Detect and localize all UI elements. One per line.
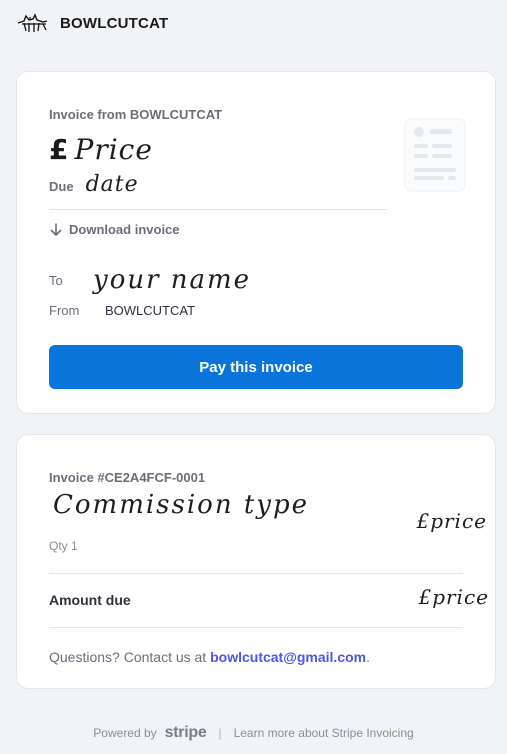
contact-email-link[interactable]: bowlcutcat@gmail.com xyxy=(210,649,366,665)
divider xyxy=(49,573,463,574)
contact-prefix: Questions? Contact us at xyxy=(49,649,211,665)
invoice-summary-card: Invoice from BOWLCUTCAT £ Price Due date… xyxy=(16,71,496,414)
line-item-price-handwritten: £price xyxy=(416,509,487,533)
from-label: From xyxy=(49,303,80,318)
contact-suffix: . xyxy=(366,649,370,665)
due-row: Due date xyxy=(49,172,139,197)
footer: Powered by stripe | Learn more about Str… xyxy=(0,724,507,742)
invoice-number: Invoice #CE2A4FCF-0001 xyxy=(49,470,206,485)
to-row: To your name xyxy=(49,265,251,295)
currency-symbol: £ xyxy=(49,132,69,166)
footer-separator: | xyxy=(218,726,222,740)
divider xyxy=(49,627,463,628)
from-value: BOWLCUTCAT xyxy=(105,303,196,318)
invoice-from-label: Invoice from BOWLCUTCAT xyxy=(49,107,223,122)
from-row: From BOWLCUTCAT xyxy=(49,303,195,318)
download-invoice-link[interactable]: Download invoice xyxy=(49,222,180,237)
amount-due-handwritten: £price xyxy=(418,585,489,609)
contact-text: Questions? Contact us at bowlcutcat@gmai… xyxy=(49,649,370,665)
stripe-logo[interactable]: stripe xyxy=(165,724,207,742)
invoice-details-card: Invoice #CE2A4FCF-0001 Commission type £… xyxy=(16,434,496,689)
line-item-handwritten: Commission type xyxy=(53,490,310,520)
pay-invoice-button[interactable]: Pay this invoice xyxy=(49,345,463,389)
powered-by-label: Powered by xyxy=(93,726,157,740)
download-invoice-label: Download invoice xyxy=(69,222,180,237)
divider xyxy=(49,209,387,210)
merchant-name: BOWLCUTCAT xyxy=(60,14,169,32)
price-row: £ Price xyxy=(49,130,153,168)
due-label: Due xyxy=(49,179,74,194)
quantity-label: Qty 1 xyxy=(49,539,78,553)
learn-more-link[interactable]: Learn more about Stripe Invoicing xyxy=(234,726,414,740)
due-date-handwritten: date xyxy=(85,172,139,197)
recipient-name-handwritten: your name xyxy=(93,265,252,295)
cat-logo-icon xyxy=(17,13,48,32)
download-arrow-icon xyxy=(50,222,62,236)
price-handwritten: Price xyxy=(74,132,153,166)
header: BOWLCUTCAT xyxy=(16,10,168,36)
amount-due-label: Amount due xyxy=(49,592,131,608)
invoice-document-icon xyxy=(404,118,466,192)
